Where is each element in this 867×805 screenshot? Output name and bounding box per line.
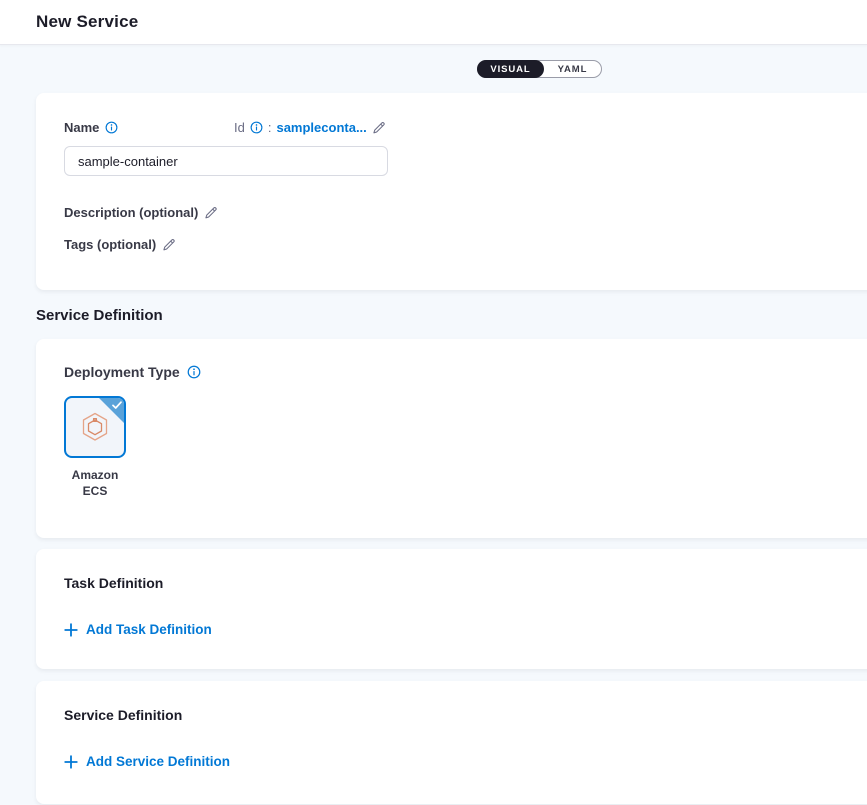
- add-task-definition-button[interactable]: Add Task Definition: [64, 622, 212, 637]
- deployment-type-option: Amazon ECS: [64, 396, 126, 499]
- info-icon[interactable]: [105, 121, 118, 134]
- name-id-row: Name Id : sampleconta...: [64, 120, 851, 137]
- add-service-definition-button[interactable]: Add Service Definition: [64, 754, 230, 769]
- description-label: Description (optional): [64, 205, 198, 220]
- checkmark-icon: [112, 401, 122, 410]
- name-label-row: Name: [64, 120, 118, 135]
- id-line: Id : sampleconta...: [234, 120, 386, 135]
- deployment-type-tile-amazon-ecs[interactable]: [64, 396, 126, 458]
- edit-pencil-icon[interactable]: [204, 206, 218, 220]
- deployment-type-card: Deployment Type: [36, 339, 867, 538]
- page-title: New Service: [36, 12, 138, 32]
- name-label: Name: [64, 120, 99, 135]
- tags-label: Tags (optional): [64, 237, 156, 252]
- edit-pencil-icon[interactable]: [372, 121, 386, 135]
- service-name-input[interactable]: [64, 146, 388, 176]
- id-label: Id: [234, 120, 245, 135]
- task-definition-title: Task Definition: [64, 575, 851, 591]
- plus-icon: [64, 755, 78, 769]
- toggle-row: VISUAL YAML: [0, 45, 867, 93]
- task-definition-card: Task Definition Add Task Definition: [36, 549, 867, 669]
- service-definition-title: Service Definition: [64, 707, 851, 723]
- info-icon[interactable]: [250, 121, 263, 134]
- deployment-type-label: Deployment Type: [64, 364, 180, 380]
- add-service-definition-label: Add Service Definition: [86, 754, 230, 769]
- id-value: sampleconta...: [276, 120, 366, 135]
- service-definition-card: Service Definition Add Service Definitio…: [36, 681, 867, 804]
- add-task-definition-label: Add Task Definition: [86, 622, 212, 637]
- edit-pencil-icon[interactable]: [162, 238, 176, 252]
- toggle-option-yaml[interactable]: YAML: [544, 61, 601, 77]
- id-separator: :: [268, 120, 272, 135]
- info-icon[interactable]: [187, 365, 201, 379]
- service-definition-section-title: Service Definition: [36, 304, 867, 326]
- deployment-type-name: Amazon ECS: [64, 467, 126, 499]
- plus-icon: [64, 623, 78, 637]
- toggle-option-visual[interactable]: VISUAL: [477, 60, 544, 78]
- service-details-card: Name Id : sampleconta... Description (op…: [36, 93, 867, 290]
- description-row: Description (optional): [64, 205, 218, 220]
- visual-yaml-toggle[interactable]: VISUAL YAML: [477, 60, 602, 78]
- tags-row: Tags (optional): [64, 237, 176, 252]
- page-header: New Service: [0, 0, 867, 45]
- new-service-page: New Service VISUAL YAML Name Id : sample…: [0, 0, 867, 805]
- deployment-type-label-row: Deployment Type: [64, 364, 201, 380]
